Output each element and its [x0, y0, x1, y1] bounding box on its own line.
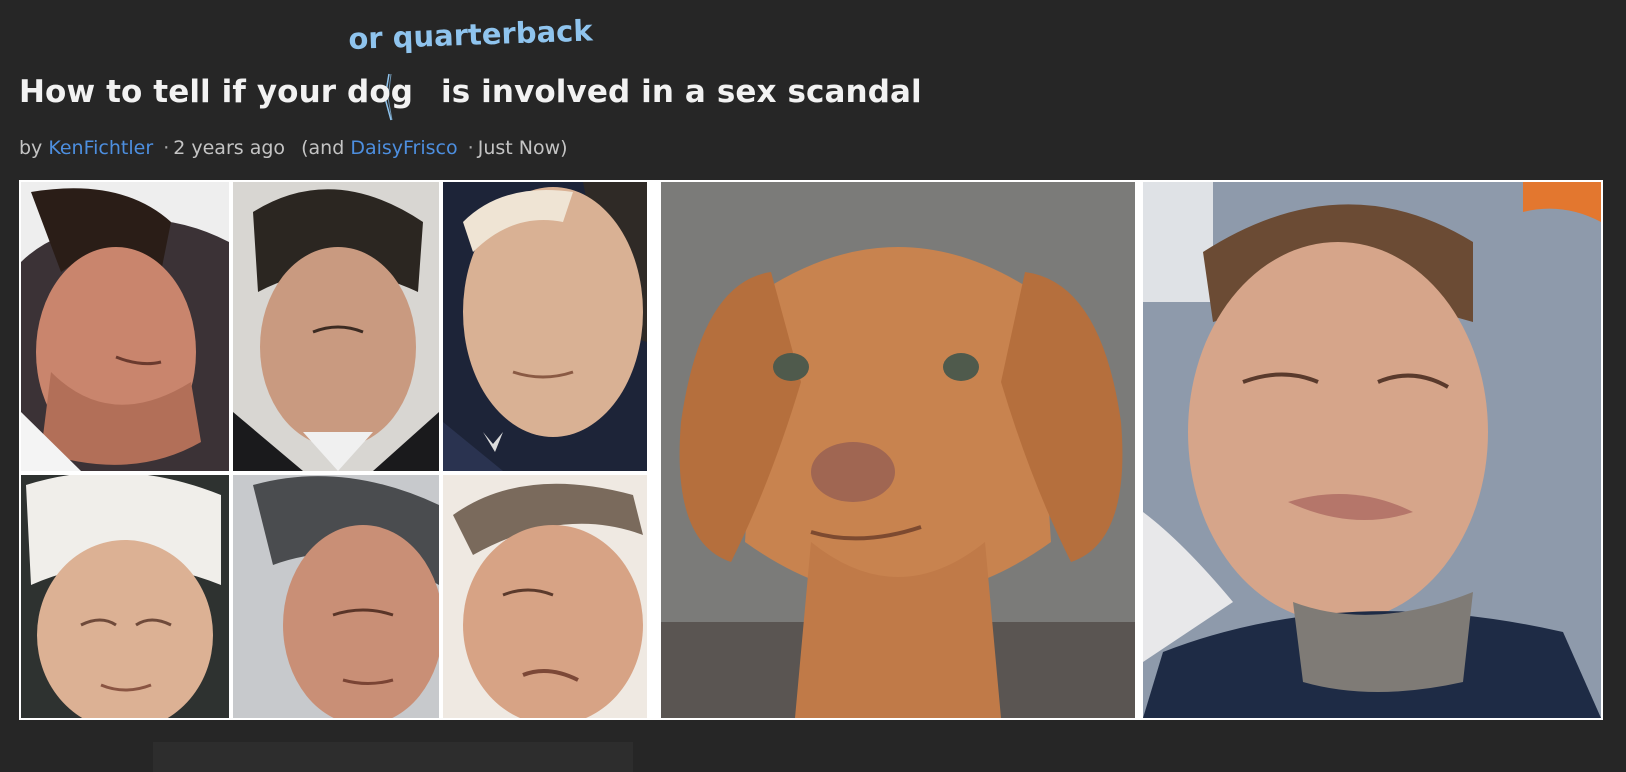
editor-link[interactable]: DaisyFrisco: [350, 137, 457, 159]
title-part-before: How to tell if your dog: [19, 74, 414, 110]
photo-man-3[interactable]: [443, 182, 647, 471]
byline-separator-2: ·: [467, 137, 474, 159]
byline-edit-time: Just Now): [477, 137, 568, 159]
footer-bar: [153, 742, 633, 772]
photo-man-4[interactable]: [21, 475, 229, 718]
article-title: How to tell if your dog is involved in a …: [19, 74, 922, 110]
author-link[interactable]: KenFichtler: [48, 137, 153, 159]
photo-quarterback[interactable]: [1143, 182, 1601, 718]
byline-by: by: [19, 137, 43, 159]
photo-man-6[interactable]: [443, 475, 647, 718]
byline-open-paren: (and: [301, 137, 345, 159]
byline-time: 2 years ago: [173, 137, 286, 159]
title-part-after: is involved in a sex scandal: [441, 74, 922, 110]
image-grid: [19, 180, 1603, 720]
photo-man-2[interactable]: [233, 182, 439, 471]
photo-man-5[interactable]: [233, 475, 439, 718]
photo-puppy[interactable]: [661, 182, 1135, 718]
insertion-text: or quarterback: [347, 13, 594, 56]
byline-separator: ·: [163, 137, 170, 159]
photo-man-1[interactable]: [21, 182, 229, 471]
byline: by KenFichtler · 2 years ago (and DaisyFr…: [19, 137, 568, 159]
